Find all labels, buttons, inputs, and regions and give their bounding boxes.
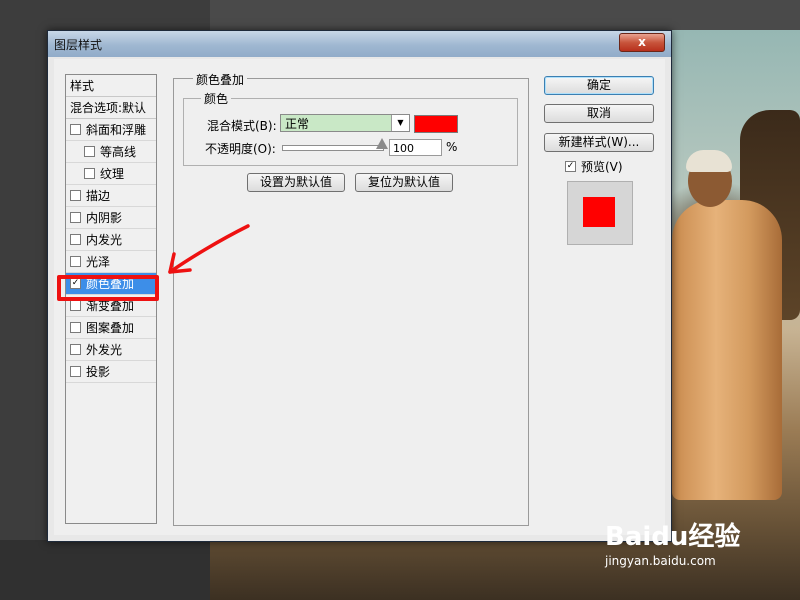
style-item-label: 描边 — [86, 189, 111, 203]
photo-person-robe — [672, 200, 782, 500]
reset-default-button[interactable]: 复位为默认值 — [355, 173, 453, 192]
chevron-down-icon[interactable]: ▼ — [391, 115, 409, 131]
preview-checkbox[interactable]: ✓ — [565, 161, 576, 172]
photo-person-turban — [686, 150, 732, 172]
style-checkbox[interactable] — [70, 344, 81, 355]
style-item-label: 光泽 — [86, 255, 111, 269]
style-item-label: 外发光 — [86, 343, 123, 357]
style-checkbox[interactable] — [84, 146, 95, 157]
opacity-label: 不透明度(O): — [205, 142, 276, 156]
style-list-item[interactable]: 图案叠加 — [66, 317, 156, 339]
style-item-label: 内发光 — [86, 233, 123, 247]
watermark-logo: Baidu经验 — [605, 522, 741, 552]
style-list-header: 样式 — [66, 75, 156, 97]
style-list-item[interactable]: 描边 — [66, 185, 156, 207]
highlight-box — [57, 275, 159, 301]
style-list-item[interactable]: 投影 — [66, 361, 156, 383]
opacity-input[interactable]: 100 — [389, 139, 442, 156]
canvas-bottom-shadow — [0, 540, 210, 600]
baidu-watermark: Baidu经验 jingyan.baidu.com — [605, 516, 741, 568]
blend-options-item[interactable]: 混合选项:默认 — [66, 97, 156, 119]
new-style-button[interactable]: 新建样式(W)... — [544, 133, 654, 152]
style-list-item[interactable]: 光泽 — [66, 251, 156, 273]
blend-mode-value: 正常 — [285, 117, 310, 131]
ok-button[interactable]: 确定 — [544, 76, 654, 95]
style-list-item[interactable]: 纹理 — [66, 163, 156, 185]
style-item-label: 等高线 — [100, 145, 137, 159]
style-list-item[interactable]: 内阴影 — [66, 207, 156, 229]
dialog-titlebar[interactable]: 图层样式 x — [48, 31, 671, 57]
style-list-item[interactable]: 内发光 — [66, 229, 156, 251]
style-checkbox[interactable] — [70, 366, 81, 377]
overlay-color-swatch[interactable] — [414, 115, 458, 133]
group-title: 颜色 — [201, 90, 232, 107]
opacity-slider-thumb[interactable] — [376, 138, 388, 149]
style-item-label: 斜面和浮雕 — [86, 123, 147, 137]
style-checkbox[interactable] — [70, 300, 81, 311]
style-list-item[interactable]: 等高线 — [66, 141, 156, 163]
close-button[interactable]: x — [619, 33, 665, 52]
style-checkbox[interactable] — [70, 124, 81, 135]
style-list-item[interactable]: 外发光 — [66, 339, 156, 361]
opacity-slider-track[interactable] — [282, 145, 384, 151]
opacity-unit: % — [446, 140, 458, 154]
preview-label: 预览(V) — [581, 160, 623, 174]
blend-mode-select[interactable]: 正常 ▼ — [280, 114, 410, 132]
style-checkbox[interactable] — [84, 168, 95, 179]
style-item-label: 投影 — [86, 365, 111, 379]
set-default-button[interactable]: 设置为默认值 — [247, 173, 345, 192]
style-checkbox[interactable] — [70, 256, 81, 267]
blend-mode-label: 混合模式(B): — [207, 119, 277, 133]
close-icon: x — [638, 35, 646, 49]
cancel-button[interactable]: 取消 — [544, 104, 654, 123]
style-list-item[interactable]: 斜面和浮雕 — [66, 119, 156, 141]
style-checkbox[interactable] — [70, 234, 81, 245]
style-item-label: 纹理 — [100, 167, 125, 181]
style-checkbox[interactable] — [70, 322, 81, 333]
style-item-label: 图案叠加 — [86, 321, 135, 335]
style-item-label: 渐变叠加 — [86, 299, 135, 313]
preview-toggle[interactable]: ✓ 预览(V) — [565, 158, 623, 175]
style-item-label: 内阴影 — [86, 211, 123, 225]
preview-swatch — [583, 197, 615, 227]
watermark-url: jingyan.baidu.com — [605, 554, 716, 568]
dialog-title: 图层样式 — [54, 38, 103, 52]
style-checkbox[interactable] — [70, 212, 81, 223]
style-checkbox[interactable] — [70, 190, 81, 201]
red-arrow-icon — [168, 224, 250, 274]
panel-title: 颜色叠加 — [193, 71, 248, 88]
